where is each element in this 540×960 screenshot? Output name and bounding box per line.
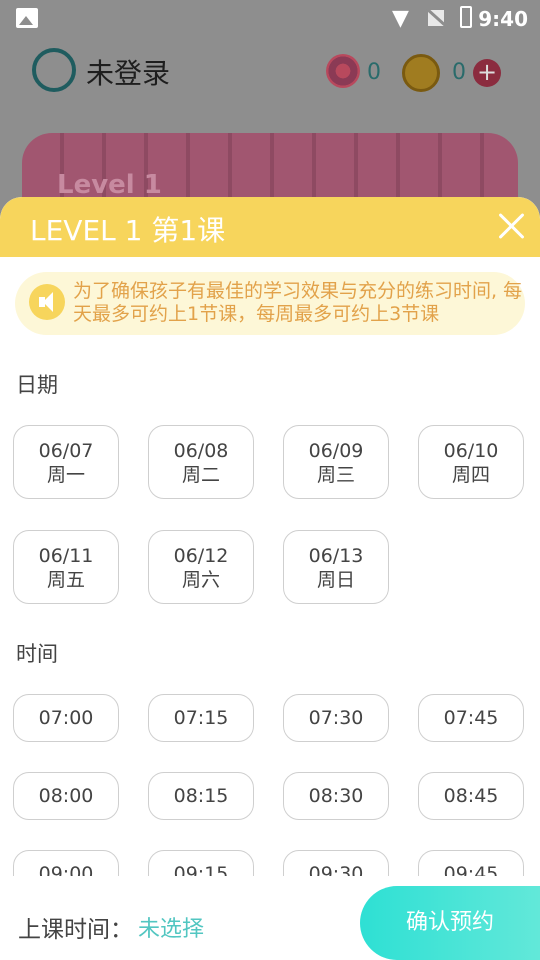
date-option[interactable]: 06/12 周六 [148,530,254,604]
close-icon[interactable] [496,211,526,241]
date-option[interactable]: 06/10 周四 [418,425,524,499]
candy-count: 0 [367,60,381,85]
date-section-label: 日期 [16,373,58,397]
bottom-bar: 上课时间： 未选择 确认预约 [0,876,540,960]
time-option[interactable]: 08:15 [148,772,254,820]
no-sim-icon [426,8,448,28]
time-option[interactable]: 08:45 [418,772,524,820]
date-option[interactable]: 06/09 周三 [283,425,389,499]
notice-text: 为了确保孩子有最佳的学习效果与充分的练习时间, 每天最多可约上1节课，每周最多可… [73,280,523,325]
date-option[interactable]: 06/11 周五 [13,530,119,604]
gallery-icon [16,8,38,28]
time-section-label: 时间 [16,642,58,666]
time-option[interactable]: 07:00 [13,694,119,742]
time-option[interactable]: 07:45 [418,694,524,742]
booking-modal: LEVEL 1 第1课 为了确保孩子有最佳的学习效果与充分的练习时间, 每天最多… [0,197,540,960]
date-option[interactable]: 06/07 周一 [13,425,119,499]
modal-title: LEVEL 1 第1课 [30,214,226,247]
add-button[interactable]: + [473,59,501,87]
status-time: 9:40 [478,7,528,31]
date-option[interactable]: 06/08 周二 [148,425,254,499]
avatar[interactable] [32,48,76,92]
notice-banner: 为了确保孩子有最佳的学习效果与充分的练习时间, 每天最多可约上1节课，每周最多可… [15,272,525,335]
time-option[interactable]: 07:30 [283,694,389,742]
date-option[interactable]: 06/13 周日 [283,530,389,604]
alarm-clock-icon [402,54,440,92]
card-level-label: Level 1 [57,170,162,200]
class-time-value: 未选择 [138,917,205,942]
login-status[interactable]: 未登录 [86,52,170,92]
time-option[interactable]: 07:15 [148,694,254,742]
modal-header: LEVEL 1 第1课 [0,197,540,257]
time-option[interactable]: 08:00 [13,772,119,820]
speaker-icon [29,284,65,320]
status-bar: ▼ 9:40 [0,0,540,36]
wifi-icon: ▼ [392,6,409,31]
battery-charging-icon [460,6,472,28]
lollipop-icon [326,54,360,88]
confirm-booking-button[interactable]: 确认预约 [360,886,540,960]
clock-count: 0 [452,60,466,85]
time-option[interactable]: 08:30 [283,772,389,820]
class-time-label: 上课时间： [18,917,133,943]
